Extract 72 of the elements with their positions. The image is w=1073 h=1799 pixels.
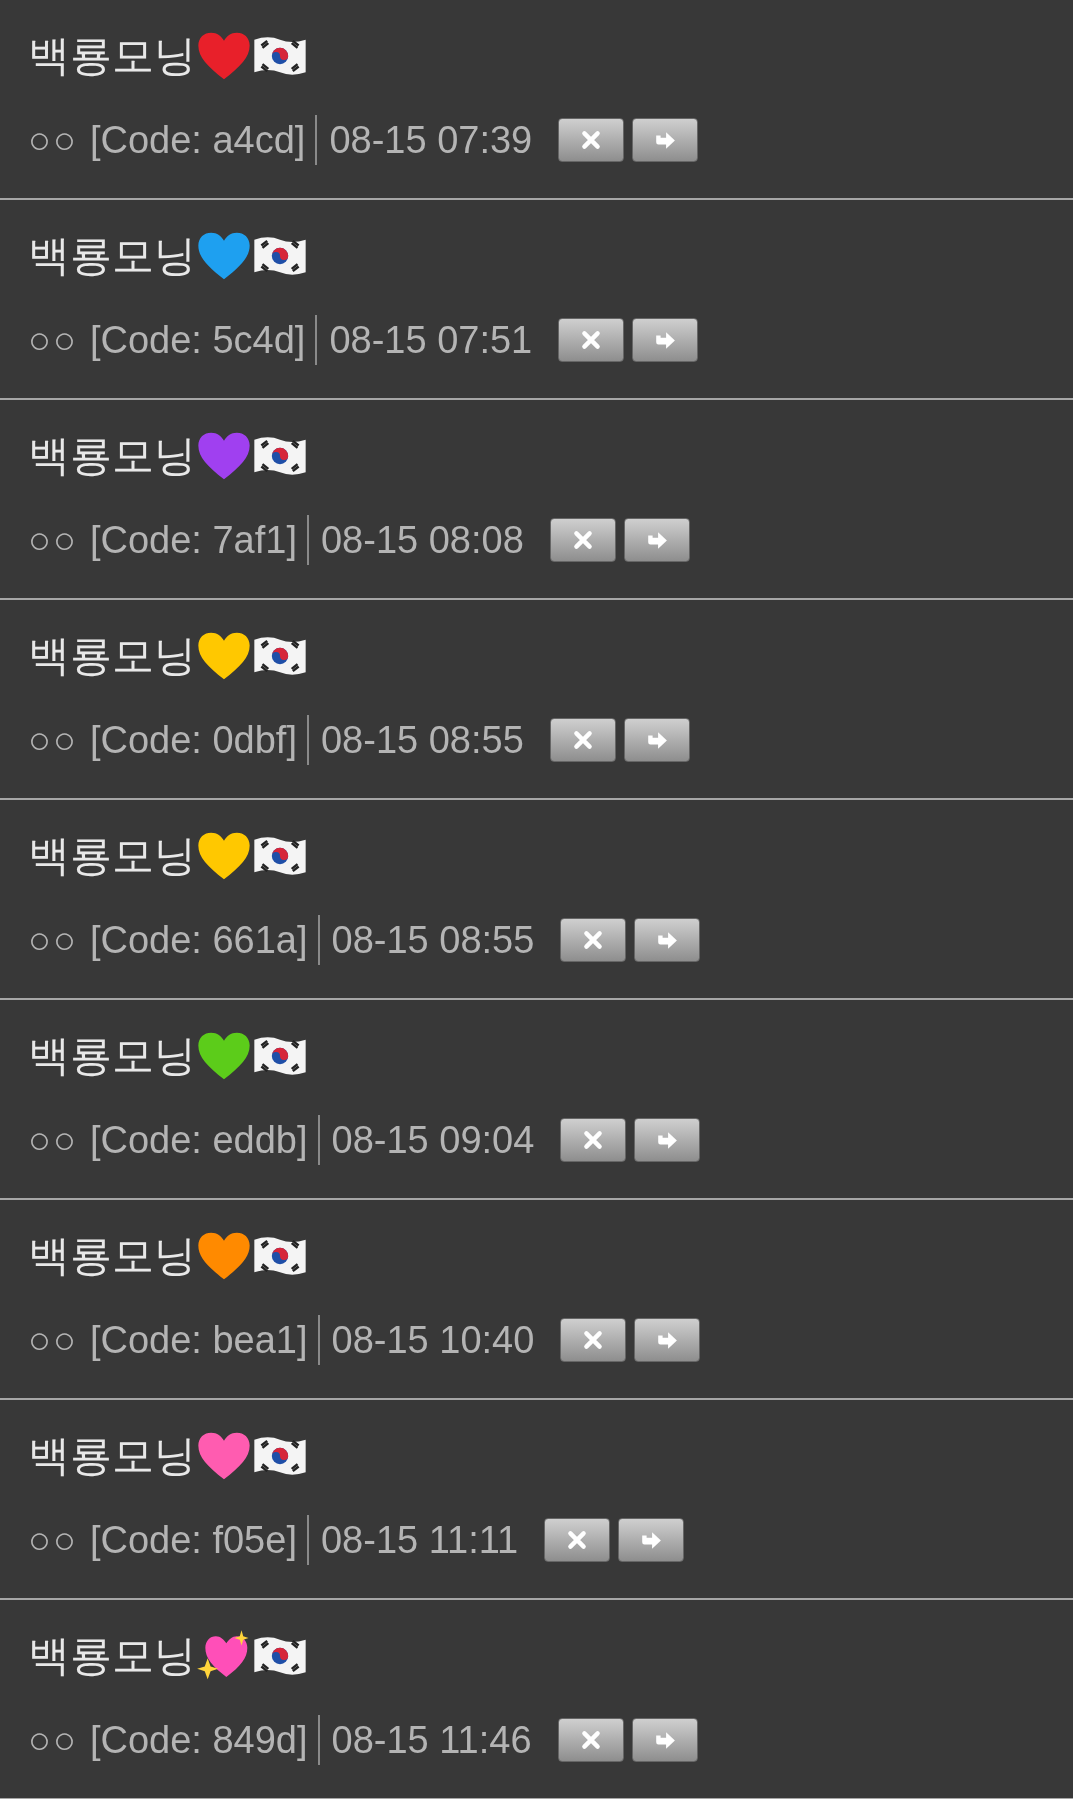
flag-icon — [252, 1635, 308, 1677]
flag-icon — [252, 435, 308, 477]
delete-button[interactable] — [549, 518, 616, 562]
reply-button[interactable] — [618, 1518, 685, 1562]
close-icon — [579, 1729, 602, 1751]
timestamp: 08-15 11:11 — [320, 1518, 519, 1562]
delete-button[interactable] — [557, 1718, 624, 1762]
flag-icon — [252, 1235, 308, 1277]
reply-button[interactable] — [623, 718, 690, 762]
code-label: [Code: 849d] — [89, 1715, 320, 1765]
author-name: 백룡모닝 — [28, 1231, 196, 1281]
user-name: ○○ — [28, 1518, 78, 1562]
flag-icon — [252, 1035, 308, 1077]
author-name: 백룡모닝 — [28, 431, 196, 481]
delete-button[interactable] — [558, 118, 625, 162]
reply-button[interactable] — [632, 318, 699, 362]
user-name: ○○ — [28, 718, 78, 762]
user-name: ○○ — [28, 318, 78, 362]
user-name: ○○ — [28, 1118, 78, 1162]
reply-button[interactable] — [631, 1718, 698, 1762]
reply-button[interactable] — [634, 918, 701, 962]
code-label: [Code: bea1] — [89, 1315, 320, 1365]
code-label: [Code: a4cd] — [89, 115, 318, 165]
code-label: [Code: eddb] — [89, 1115, 320, 1165]
timestamp: 08-15 07:39 — [329, 118, 533, 162]
author-name: 백룡모닝 — [28, 1031, 196, 1081]
close-icon — [566, 1529, 589, 1551]
flag-icon — [252, 1435, 308, 1477]
code-label: [Code: 0dbf] — [89, 715, 309, 765]
reply-button[interactable] — [623, 518, 690, 562]
author-name: 백룡모닝 — [28, 231, 196, 281]
reply-button[interactable] — [634, 1318, 701, 1362]
timestamp: 08-15 09:04 — [331, 1118, 535, 1162]
author-name: 백룡모닝 — [28, 831, 196, 881]
flag-icon — [252, 235, 308, 277]
delete-button[interactable] — [560, 1318, 627, 1362]
delete-button[interactable] — [549, 718, 616, 762]
timestamp: 08-15 08:55 — [331, 918, 535, 962]
code-label: [Code: 5c4d] — [89, 315, 318, 365]
timestamp: 08-15 10:40 — [331, 1318, 535, 1362]
timestamp: 08-15 08:55 — [320, 718, 524, 762]
close-icon — [582, 1129, 605, 1151]
delete-button[interactable] — [560, 1118, 627, 1162]
author-name: 백룡모닝 — [28, 31, 196, 81]
flag-icon — [252, 35, 308, 77]
timestamp: 08-15 07:51 — [329, 318, 533, 362]
flag-icon — [252, 835, 308, 877]
close-icon — [580, 329, 603, 351]
close-icon — [571, 729, 594, 751]
delete-button[interactable] — [544, 1518, 611, 1562]
timestamp: 08-15 08:08 — [320, 518, 524, 562]
code-label: [Code: 7af1] — [89, 515, 309, 565]
author-name: 백룡모닝 — [28, 631, 196, 681]
user-name: ○○ — [28, 1318, 78, 1362]
timestamp: 08-15 11:46 — [331, 1718, 532, 1762]
author-name: 백룡모닝 — [28, 1431, 196, 1481]
user-name: ○○ — [28, 1718, 78, 1762]
author-name: 백룡모닝 — [28, 1631, 196, 1681]
delete-button[interactable] — [558, 318, 625, 362]
user-name: ○○ — [28, 918, 78, 962]
close-icon — [580, 129, 603, 151]
close-icon — [571, 529, 594, 551]
reply-button[interactable] — [634, 1118, 701, 1162]
delete-button[interactable] — [560, 918, 627, 962]
reply-button[interactable] — [632, 118, 699, 162]
close-icon — [582, 929, 605, 951]
code-label: [Code: f05e] — [89, 1515, 309, 1565]
flag-icon — [252, 635, 308, 677]
close-icon — [582, 1329, 605, 1351]
code-label: [Code: 661a] — [89, 915, 320, 965]
user-name: ○○ — [28, 518, 78, 562]
user-name: ○○ — [28, 118, 78, 162]
